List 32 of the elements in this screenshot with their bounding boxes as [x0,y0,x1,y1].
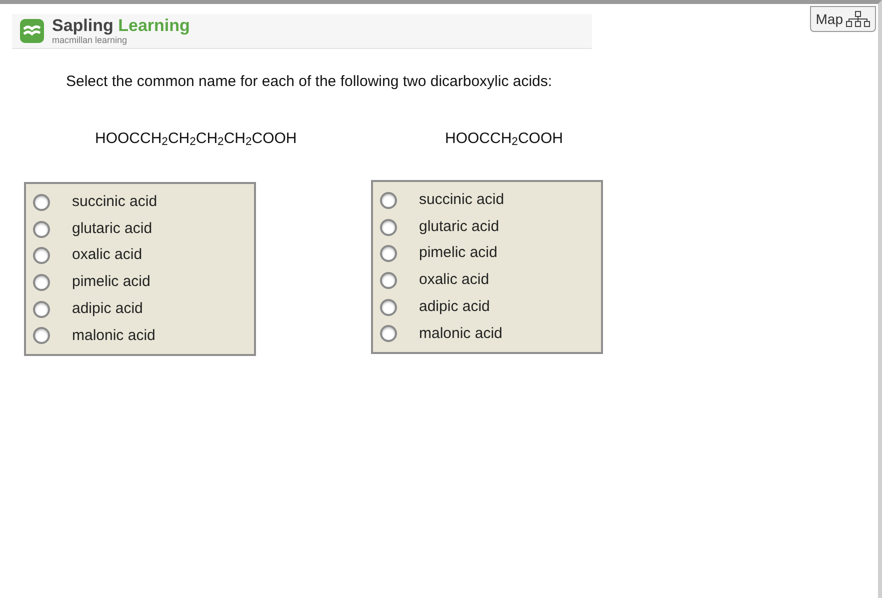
option-label: oxalic acid [419,270,490,290]
brand-name: Sapling Learning [52,17,190,34]
option-label: succinic acid [419,190,504,210]
sitemap-icon [846,11,870,27]
map-button[interactable]: Map [810,6,876,32]
radio-button[interactable] [33,194,50,211]
radio-button[interactable] [33,327,50,344]
radio-button[interactable] [380,272,397,289]
option-label: glutaric acid [72,218,152,239]
formula: HOOCCH$_{2}$COOH [445,128,564,150]
option-label: malonic acid [72,326,156,346]
radio-button[interactable] [380,218,397,236]
formula: HOOCCH$_{2}$CH$_{2}$CH$_{2}$CH$_{2}$COOH [95,128,298,150]
option-label: oxalic acid [72,245,142,266]
option-label: adipic acid [72,298,143,319]
question-text: Select the common name for each of the following two dicarboxylic acids: [66,72,554,92]
option-label: pimelic acid [419,243,498,264]
radio-button[interactable] [33,220,50,238]
option-label: malonic acid [419,324,502,344]
option-label: glutaric acid [419,216,500,237]
radio-button[interactable] [380,325,397,342]
radio-button[interactable] [33,247,50,264]
option-label: pimelic acid [72,272,150,292]
option-label: succinic acid [72,192,158,212]
option-label: adipic acid [419,296,490,317]
radio-button[interactable] [380,192,397,209]
brand-tagline: macmillan learning [52,36,128,45]
radio-button[interactable] [33,300,50,318]
radio-button[interactable] [380,245,397,262]
radio-button[interactable] [380,298,397,316]
logo-icon [20,19,44,43]
radio-button[interactable] [33,274,50,291]
